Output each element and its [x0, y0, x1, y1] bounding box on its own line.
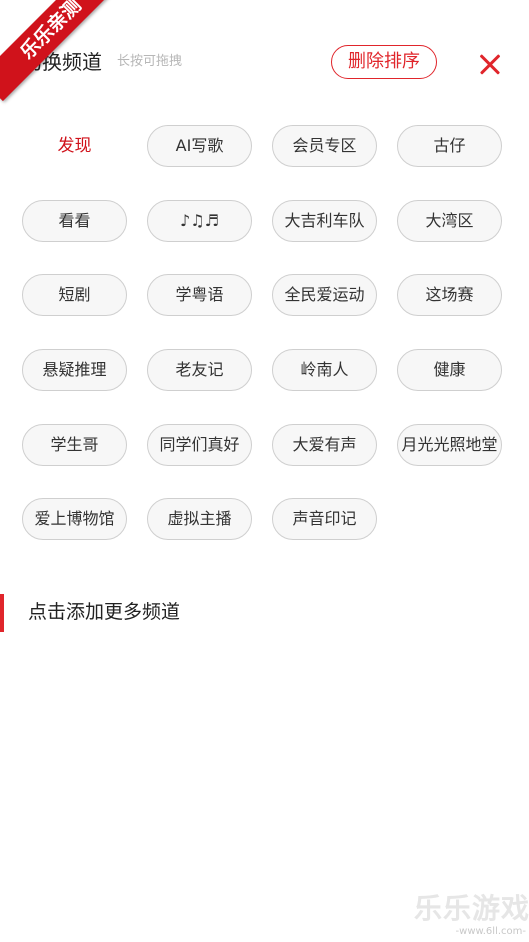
- add-more-channels-label[interactable]: 点击添加更多频道: [28, 598, 180, 626]
- channel-chip[interactable]: 月光光照地堂: [397, 424, 502, 466]
- delete-sort-button[interactable]: 删除排序: [331, 45, 437, 79]
- channel-chip[interactable]: 虚拟主播: [147, 498, 252, 540]
- channel-chip[interactable]: 老友记: [147, 349, 252, 391]
- channel-chip[interactable]: 全民爱运动: [272, 274, 377, 316]
- close-icon[interactable]: [476, 50, 504, 78]
- watermark: 乐乐游戏 -www.6ll.com-: [414, 892, 529, 940]
- channel-chip[interactable]: 短剧: [22, 274, 127, 316]
- channel-chip[interactable]: 大吉利车队: [272, 200, 377, 242]
- channel-chip[interactable]: 这场赛: [397, 274, 502, 316]
- channel-chip[interactable]: 声音印记: [272, 498, 377, 540]
- channel-chip[interactable]: AI写歌: [147, 125, 252, 167]
- section-accent-bar: [0, 594, 4, 632]
- channel-chip[interactable]: ♪♫♬: [147, 200, 252, 242]
- channel-chip[interactable]: 会员专区: [272, 125, 377, 167]
- drag-hint: 长按可拖拽: [117, 54, 183, 69]
- channel-chip[interactable]: 健康: [397, 349, 502, 391]
- channel-chip[interactable]: 大湾区: [397, 200, 502, 242]
- channel-chip[interactable]: 悬疑推理: [22, 349, 127, 391]
- watermark-url: -www.6ll.com-: [455, 926, 526, 937]
- channel-chip[interactable]: 爱上博物馆: [22, 498, 127, 540]
- channel-chip[interactable]: 同学们真好: [147, 424, 252, 466]
- channel-chip-active[interactable]: 发现: [22, 125, 127, 167]
- channel-chip[interactable]: 看看: [22, 200, 127, 242]
- channel-chip[interactable]: 古仔: [397, 125, 502, 167]
- channel-chip[interactable]: 岭南人: [272, 349, 377, 391]
- channel-chip[interactable]: 大爱有声: [272, 424, 377, 466]
- channel-chip[interactable]: 学生哥: [22, 424, 127, 466]
- channel-chip[interactable]: 学粤语: [147, 274, 252, 316]
- watermark-text: 乐乐游戏: [414, 892, 529, 925]
